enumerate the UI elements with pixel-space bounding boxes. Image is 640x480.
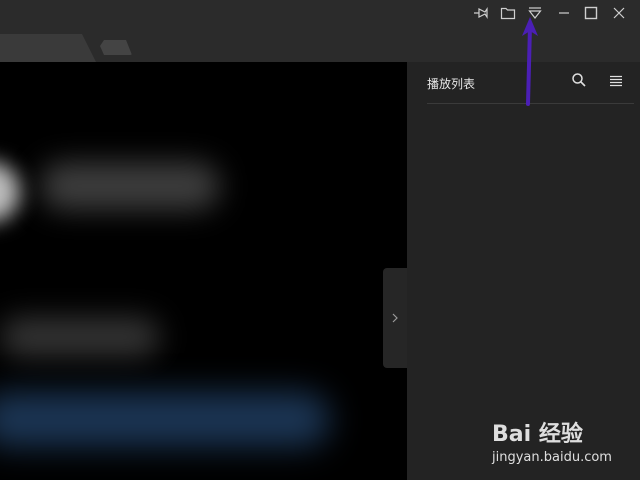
- blurred-content: [40, 162, 220, 210]
- baidu-jingyan-watermark: Bai 经验 jingyan.baidu.com: [488, 408, 638, 472]
- minimize-button[interactable]: [553, 4, 575, 22]
- chevron-right-icon: [391, 309, 399, 328]
- blurred-content: [0, 392, 330, 447]
- playlist-title: 播放列表: [427, 77, 476, 91]
- watermark-logo: Bai 经验: [492, 422, 583, 447]
- maximize-button[interactable]: [580, 4, 602, 22]
- maximize-icon: [584, 6, 598, 20]
- close-icon: [612, 6, 626, 20]
- pin-button[interactable]: [469, 4, 491, 22]
- search-icon: [571, 72, 587, 92]
- annotation-arrow: [522, 17, 538, 106]
- list-menu-icon: [609, 73, 623, 92]
- collapse-playlist-button[interactable]: [383, 268, 407, 368]
- minimize-icon: [557, 6, 571, 20]
- close-button[interactable]: [608, 4, 630, 22]
- video-display[interactable]: [0, 62, 407, 480]
- title-bar: [0, 0, 640, 62]
- main-tab[interactable]: [0, 34, 96, 62]
- open-file-button[interactable]: [497, 4, 519, 22]
- new-tab-button[interactable]: [100, 40, 132, 55]
- watermark-url: jingyan.baidu.com: [492, 450, 612, 465]
- blurred-content: [0, 162, 20, 222]
- pin-icon: [472, 6, 488, 20]
- open-folder-icon: [500, 6, 516, 20]
- blurred-content: [0, 317, 160, 357]
- playlist-search-button[interactable]: [569, 72, 589, 92]
- player-window: 播放列表 Bai 经验 jingyan.baidu.com: [0, 0, 640, 480]
- playlist-menu-button[interactable]: [606, 72, 626, 92]
